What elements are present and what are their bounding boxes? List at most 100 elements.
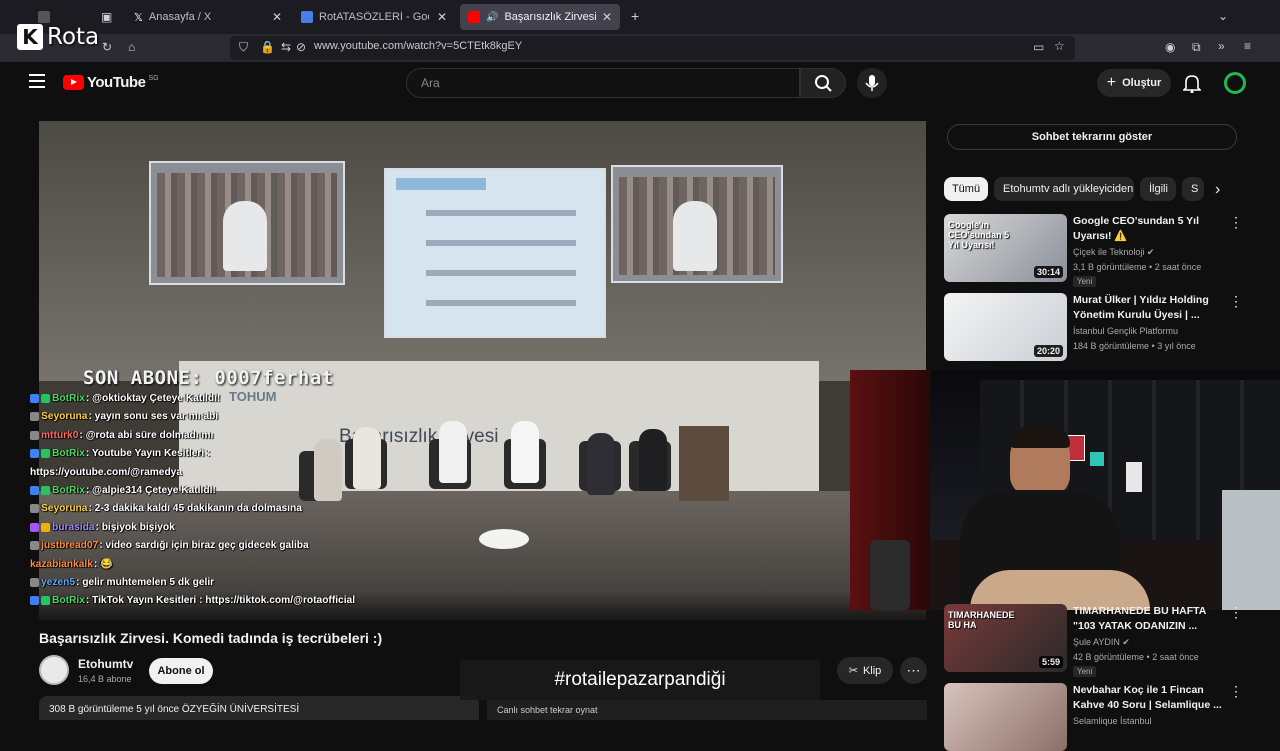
show-chat-replay-button[interactable]: Sohbet tekrarını göster (947, 124, 1237, 150)
chat-username[interactable]: BotRix (52, 485, 85, 496)
subscribe-button[interactable]: Abone ol (149, 658, 213, 684)
chat-message: BotRix: TikTok Yayın Kesitleri : https:/… (30, 592, 470, 610)
chat-replay-bar[interactable]: Canlı sohbet tekrar oynat (487, 700, 927, 720)
account-icon[interactable]: ◉ (1165, 40, 1175, 54)
browser-tab-bar: ▣ 𝕏 Anasayfa / X ✕ RotATASÖZLERİ - Googl… (0, 0, 1280, 34)
close-tab-icon[interactable]: ✕ (272, 10, 282, 24)
chat-username[interactable]: BotRix (52, 448, 85, 459)
recommended-video-title[interactable]: TIMARHANEDE BU HAFTA "103 YATAK ODANIZIN… (1073, 604, 1223, 634)
user-avatar[interactable] (1224, 72, 1246, 94)
chat-text: : Youtube Yayın Kesitleri : (85, 448, 211, 460)
shield-icon[interactable]: ⛉ (239, 40, 248, 55)
chat-text: : gelir muhtemelen 5 dk gelir (75, 577, 215, 589)
search-button[interactable] (800, 68, 846, 98)
tracking-blocked-icon[interactable]: ⊘ (296, 40, 306, 54)
chat-username[interactable]: yezen5 (41, 577, 75, 588)
recommended-video-meta: 42 B görüntüleme • 2 saat önce (1073, 652, 1199, 662)
home-icon[interactable]: ⌂ (128, 40, 135, 54)
chip-from-uploader[interactable]: Etohumtv adlı yükleyiciden (994, 177, 1134, 201)
chat-badge-icon (30, 430, 39, 440)
search-input[interactable]: Ara (406, 68, 800, 98)
overflow-chevrons-icon[interactable]: » (1218, 39, 1225, 53)
chip-all[interactable]: Tümü (944, 177, 988, 201)
chat-badge-icon (30, 393, 39, 403)
youtube-play-logo-icon (63, 75, 84, 90)
notifications-bell-icon[interactable] (1182, 73, 1202, 98)
guide-menu-icon[interactable] (29, 74, 45, 88)
recommended-video-channel[interactable]: Selamlique İstanbul (1073, 716, 1152, 726)
kebab-menu-icon[interactable]: ⋮ (1229, 293, 1243, 310)
extensions-icon[interactable]: ⧉ (1192, 40, 1201, 55)
chip-related[interactable]: İlgili (1140, 177, 1176, 201)
video-duration: 20:20 (1033, 345, 1063, 357)
tab-label: RotATASÖZLERİ - Google Dokü (319, 11, 429, 23)
close-tab-icon[interactable]: ✕ (602, 10, 612, 24)
kebab-menu-icon[interactable]: ⋮ (1229, 683, 1243, 700)
tab-google-docs[interactable]: RotATASÖZLERİ - Google Dokü ✕ (293, 4, 455, 30)
video-thumbnail[interactable] (944, 683, 1067, 751)
clip-button[interactable]: ✂ Klip (837, 657, 893, 684)
chat-username[interactable]: BotRix (52, 393, 85, 404)
create-label: Oluştur (1122, 77, 1162, 89)
channel-avatar[interactable] (39, 655, 69, 685)
tab-youtube-active[interactable]: 🔊 Başarısızlık Zirvesi. Komedi ✕ (460, 4, 620, 30)
close-tab-icon[interactable]: ✕ (437, 10, 447, 24)
right-projection-screen (611, 165, 783, 283)
chat-badge-icon (30, 596, 39, 606)
youtube-logo[interactable]: YouTube SG (63, 74, 159, 91)
chat-badge-icon (30, 577, 39, 587)
url-text[interactable]: www.youtube.com/watch?v=5CTEtk8kgEY (314, 40, 522, 52)
voice-search-button[interactable] (857, 68, 887, 98)
browser-toolbar: ↻ ⌂ ⛉ 🔒 ⇆ ⊘ ▭ ☆ ◉ ⧉ » ≡ (0, 34, 1280, 62)
chat-username[interactable]: mtturk0 (41, 430, 78, 441)
more-actions-button[interactable]: ⋯ (900, 657, 927, 684)
new-tab-button[interactable]: + (631, 8, 639, 24)
recommended-video-channel[interactable]: Şule AYDIN ✔ (1073, 637, 1130, 648)
chat-username[interactable]: burasida (52, 522, 94, 533)
permissions-icon[interactable]: ⇆ (281, 40, 291, 54)
tab-list-chevron-icon[interactable]: ⌄ (1218, 9, 1228, 23)
menu-hamburger-icon[interactable]: ≡ (1244, 39, 1251, 53)
chat-username[interactable]: Seyoruna (41, 503, 87, 514)
channel-name[interactable]: Etohumtv (78, 657, 133, 671)
chat-username[interactable]: Seyoruna (41, 411, 87, 422)
chat-message: BotRix: @oktioktay Çeteye Katıldı! (30, 390, 470, 408)
reload-icon[interactable]: ↻ (102, 40, 112, 54)
recommended-video-channel[interactable]: İstanbul Gençlik Platformu (1073, 326, 1178, 336)
chat-badge-icon (41, 449, 50, 459)
chat-username[interactable]: kazabiankalk (30, 559, 93, 570)
chips-next-chevron-icon[interactable]: › (1215, 181, 1220, 199)
thumbnail-text: TIMARHANEDE BU HA (948, 610, 1015, 630)
youtube-region: SG (148, 75, 159, 82)
recommended-video-title[interactable]: Murat Ülker | Yıldız Holding Yönetim Kur… (1073, 293, 1223, 323)
recommended-video-title[interactable]: Nevbahar Koç ile 1 Fincan Kahve 40 Soru … (1073, 683, 1223, 713)
recommended-video-meta: 184 B görüntüleme • 3 yıl önce (1073, 341, 1196, 351)
thermos (870, 540, 910, 610)
chat-text: : @rota abi süre dolmadı mı (79, 429, 214, 441)
chat-message: mtturk0: @rota abi süre dolmadı mı (30, 427, 470, 445)
chip-more[interactable]: S (1182, 177, 1204, 201)
picture-in-picture-icon[interactable]: ▭ (1033, 40, 1044, 54)
chat-username[interactable]: justbread07 (41, 540, 98, 551)
tab-x[interactable]: 𝕏 Anasayfa / X ✕ (126, 4, 290, 30)
recommended-video-channel[interactable]: Çiçek ile Teknoloji ✔ (1073, 247, 1154, 258)
recommended-video-title[interactable]: Google CEO'sundan 5 Yıl Uyarısı! ⚠️ (1073, 214, 1223, 244)
tab-manager-icon[interactable]: ▣ (101, 10, 112, 24)
speaker-icon[interactable]: 🔊 (486, 12, 498, 23)
video-thumbnail[interactable]: 20:20 (944, 293, 1067, 361)
video-thumbnail[interactable]: Google'ın CEO'sundan 5 Yıl Uyarısı! 30:14 (944, 214, 1067, 282)
description-meta[interactable]: 308 B görüntüleme 5 yıl önce ÖZYEĞİN ÜNİ… (39, 696, 479, 720)
microphone-icon (865, 75, 879, 91)
search-icon (815, 75, 832, 92)
chat-badge-icon (30, 541, 39, 551)
chat-username[interactable]: BotRix (52, 595, 85, 606)
bookmark-star-icon[interactable]: ☆ (1054, 39, 1065, 53)
scissors-icon: ✂ (848, 665, 858, 677)
lock-icon[interactable]: 🔒 (260, 40, 275, 54)
panelist (587, 433, 615, 495)
video-thumbnail[interactable]: TIMARHANEDE BU HA 5:59 (944, 604, 1067, 672)
kebab-menu-icon[interactable]: ⋮ (1229, 214, 1243, 231)
kebab-menu-icon[interactable]: ⋮ (1229, 604, 1243, 621)
chat-badge-icon (30, 412, 39, 422)
create-button[interactable]: + Oluştur (1097, 69, 1171, 97)
